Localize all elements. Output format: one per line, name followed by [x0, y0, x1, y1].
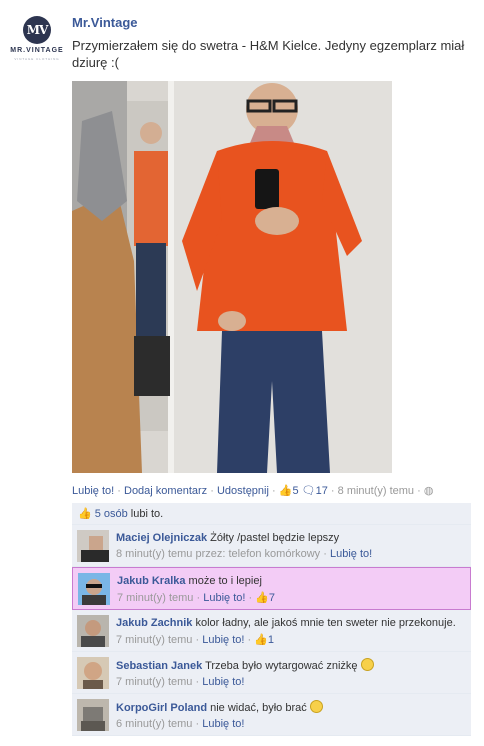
thumbs-up-icon: 👍 [78, 508, 92, 520]
comment-like-link[interactable]: Lubię to! [330, 548, 372, 560]
avatar[interactable] [77, 615, 109, 647]
avatar-brand: MR.VINTAGE [10, 47, 64, 54]
post-photo[interactable] [72, 81, 392, 473]
thumbs-up-icon: 👍 [255, 592, 269, 604]
separator: · [195, 676, 200, 688]
user-photo-icon [77, 699, 109, 731]
separator: · [196, 592, 201, 604]
post-action-bar: Lubię to! · Dodaj komentarz · Udostępnij… [72, 484, 433, 497]
separator: · [210, 485, 214, 497]
comment-item: Sebastian Janek Trzeba było wytargować z… [72, 652, 471, 694]
comment-time[interactable]: 7 minut(y) temu [116, 676, 192, 688]
user-photo-icon [78, 573, 110, 605]
comments-count-link[interactable]: 17 [316, 485, 328, 497]
avatar[interactable] [77, 699, 109, 731]
separator: · [247, 634, 252, 646]
avatar[interactable] [77, 657, 109, 689]
add-comment-link[interactable]: Dodaj komentarz [124, 485, 207, 497]
avatar[interactable] [77, 530, 109, 562]
smiley-icon [360, 658, 374, 671]
mirror-selfie-photo-icon [72, 81, 392, 473]
avatar-monogram: MV [23, 16, 51, 44]
avatar-tagline: VINTAGE CLOTHING [14, 57, 60, 61]
comment-item: Jakub Zachnik kolor ładny, ale jakoś mni… [72, 610, 471, 652]
post-text: Przymierzałem się do swetra - H&M Kielce… [72, 38, 465, 70]
separator: · [195, 634, 200, 646]
thumbs-up-icon: 👍 [278, 485, 293, 497]
comment-time[interactable]: 7 minut(y) temu [116, 634, 192, 646]
likes-suffix: lubi to. [130, 508, 164, 520]
user-photo-icon [77, 530, 109, 562]
comment-time[interactable]: 8 minut(y) temu przez: telefon komórkowy [116, 548, 320, 560]
comment-item: Maciej Olejniczak Żółty /pastel będzie l… [72, 525, 471, 567]
comment-author[interactable]: Jakub Kralka [117, 575, 185, 587]
user-photo-icon [77, 657, 109, 689]
comment-like-link[interactable]: Lubię to! [203, 592, 245, 604]
separator: · [272, 485, 276, 497]
comment-author[interactable]: Sebastian Janek [116, 660, 202, 672]
separator: · [330, 485, 335, 497]
likers-link[interactable]: 5 osób [95, 508, 128, 520]
globe-icon: ◍ [423, 485, 434, 497]
separator: · [248, 592, 253, 604]
page-avatar[interactable]: MV MR.VINTAGE VINTAGE CLOTHING [8, 14, 66, 66]
comments-section: 👍 5 osób lubi to. Maciej Olejniczak Żółty… [72, 503, 471, 736]
comment-likes-count[interactable]: 1 [268, 634, 274, 646]
smiley-icon [309, 700, 323, 713]
like-post-link[interactable]: Lubię to! [72, 485, 114, 497]
comment-time[interactable]: 7 minut(y) temu [117, 592, 193, 604]
comment-text: kolor ładny, ale jakoś mnie ten sweter n… [195, 617, 456, 629]
comment-like-link[interactable]: Lubię to! [202, 634, 244, 646]
comment-like-link[interactable]: Lubię to! [202, 718, 244, 730]
separator: · [323, 548, 327, 560]
thumbs-up-icon: 👍 [254, 634, 268, 646]
comment-icon: 🗨 [301, 485, 316, 497]
comment-text: nie widać, było brać [210, 702, 307, 714]
separator: · [417, 485, 421, 497]
share-link[interactable]: Udostępnij [217, 485, 269, 497]
comment-author[interactable]: Jakub Zachnik [116, 617, 192, 629]
post-time[interactable]: 8 minut(y) temu [338, 485, 414, 497]
comment-author[interactable]: KorpoGirl Poland [116, 702, 207, 714]
comment-text: Żółty /pastel będzie lepszy [210, 532, 340, 544]
comment-item: KorpoGirl Poland nie widać, było brać 6 … [72, 694, 471, 736]
user-photo-icon [77, 615, 109, 647]
comment-author[interactable]: Maciej Olejniczak [116, 532, 207, 544]
page-name-link[interactable]: Mr.Vintage [72, 15, 138, 30]
avatar[interactable] [78, 573, 110, 605]
comment-like-link[interactable]: Lubię to! [202, 676, 244, 688]
likes-summary: 👍 5 osób lubi to. [72, 503, 471, 525]
comment-likes-count[interactable]: 7 [269, 592, 275, 604]
comment-text: Trzeba było wytargować zniżkę [205, 660, 358, 672]
comment-time[interactable]: 6 minut(y) temu [116, 718, 192, 730]
separator: · [117, 485, 121, 497]
comment-item-highlighted: Jakub Kralka może to i lepiej 7 minut(y)… [72, 567, 471, 610]
likes-count-link[interactable]: 5 [292, 485, 298, 497]
separator: · [195, 718, 200, 730]
comment-text: może to i lepiej [188, 575, 262, 587]
